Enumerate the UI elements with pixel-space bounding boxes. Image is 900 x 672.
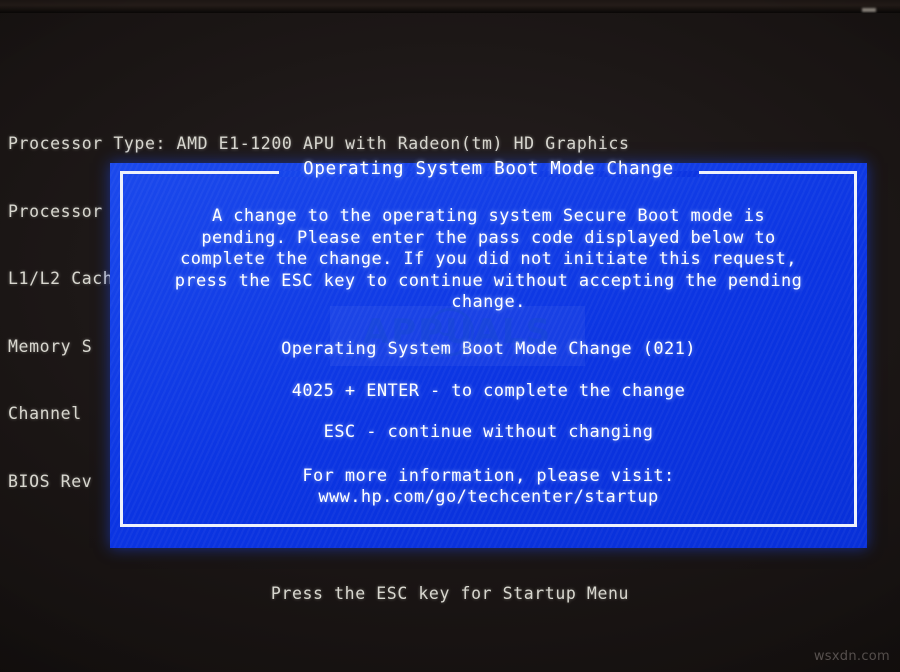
dialog-border-frame: Operating System Boot Mode Change A chan… (120, 159, 857, 527)
dialog-message-line-2: pending. Please enter the pass code disp… (201, 227, 776, 248)
bezel-glint (862, 8, 876, 12)
dialog-message-line-3: complete the change. If you did not init… (180, 249, 797, 269)
dialog-message-line-4: press the ESC key to continue without ac… (174, 270, 803, 291)
more-information-label: For more information, please visit: (302, 466, 675, 486)
esc-continue-action[interactable]: ESC - continue without changing (123, 422, 854, 442)
dialog-message: A change to the operating system Secure … (137, 206, 840, 314)
dialog-message-line-1: A change to the operating system Secure … (211, 206, 765, 226)
monitor-bezel (0, 0, 900, 13)
bios-screen-photo: Processor Type: AMD E1-1200 APU with Rad… (0, 0, 900, 672)
site-watermark: wsxdn.com (813, 649, 890, 664)
boot-mode-change-dialog: Operating System Boot Mode Change A chan… (110, 159, 867, 548)
dialog-title: Operating System Boot Mode Change (303, 159, 674, 179)
pass-code-enter-action[interactable]: 4025 + ENTER - to complete the change (123, 381, 854, 401)
bios-line-processor-type: Processor Type: AMD E1-1200 APU with Rad… (8, 134, 630, 153)
dialog-message-line-5: change. (451, 292, 526, 312)
startup-menu-hint: Press the ESC key for Startup Menu (270, 584, 630, 603)
hp-support-url: www.hp.com/go/techcenter/startup (318, 487, 659, 507)
boot-mode-change-code: Operating System Boot Mode Change (021) (281, 339, 696, 359)
